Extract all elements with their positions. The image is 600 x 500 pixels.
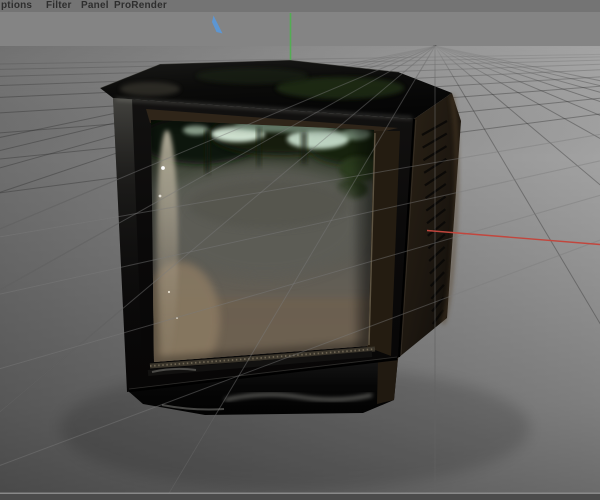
menu-item-panel[interactable]: Panel xyxy=(81,0,109,12)
viewport-background xyxy=(0,12,600,46)
viewport-menu-bar: ptions Filter Panel ProRender xyxy=(0,0,600,12)
menu-item-options[interactable]: ptions xyxy=(1,0,32,12)
menu-item-filter[interactable]: Filter xyxy=(46,0,72,12)
viewport-canvas[interactable] xyxy=(0,0,600,500)
tv-screen xyxy=(151,120,374,362)
bottom-strip xyxy=(0,492,600,500)
menu-item-prorender[interactable]: ProRender xyxy=(114,0,167,12)
